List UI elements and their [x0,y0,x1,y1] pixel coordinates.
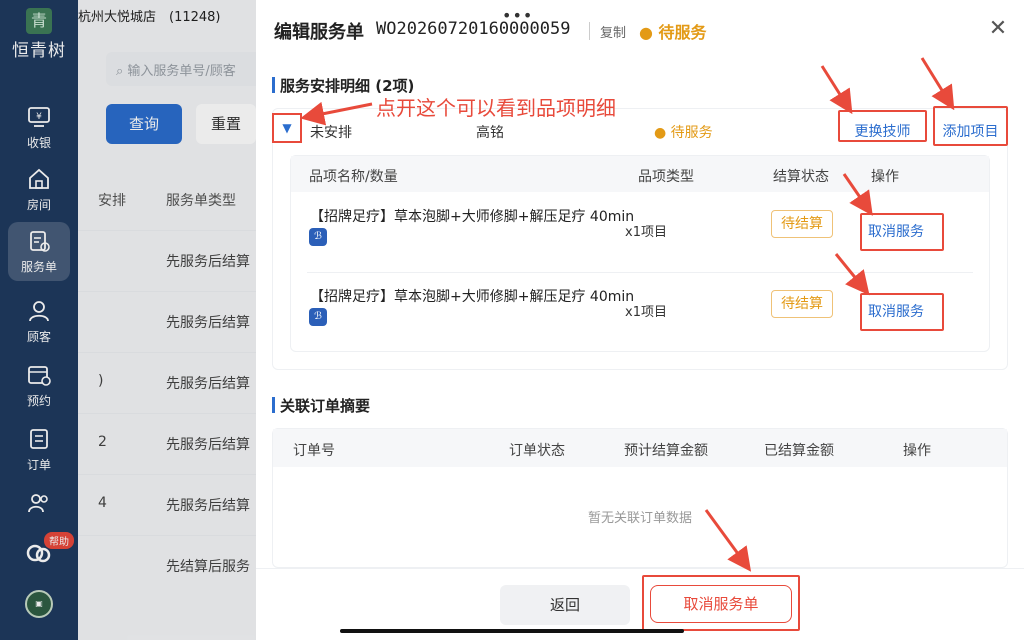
service-status: ● 待服务 [654,125,713,141]
table-row: 【招牌足疗】草本泡脚+大师修脚+解压足疗 40min ℬ x1项目 待结算 取消… [307,194,973,274]
change-technician-button[interactable]: 更换技师 [838,110,927,142]
empty-state-text: 暂无关联订单数据 [587,511,692,526]
copy-button[interactable]: 复制 [600,22,626,41]
row-divider [307,272,973,273]
section-marker [272,397,275,413]
add-item-button[interactable]: 添加项目 [933,106,1008,146]
item-type-icon: ℬ [309,228,327,246]
order-number: WO20260720160000059 [376,19,571,39]
related-orders-table: 订单号 订单状态 预计结算金额 已结算金额 操作 暂无关联订单数据 [272,428,1008,568]
item-type-icon: ℬ [309,308,327,326]
column-header: 操作 [903,443,931,459]
item-table: 品项名称/数量 品项类型 结算状态 操作 【招牌足疗】草本泡脚+大师修脚+解压足… [290,155,990,352]
item-quantity: x1项目 [625,305,667,320]
home-indicator [340,629,684,633]
column-header: 预计结算金额 [624,443,708,459]
expand-toggle-icon[interactable]: ▼ [272,113,302,143]
panel-title: 编辑服务单 [274,22,364,43]
column-header: 操作 [871,169,899,185]
arrange-status: 未安排 [310,125,352,141]
column-header: 结算状态 [773,169,829,185]
annotation-highlight-box: 取消服务单 [642,575,800,631]
item-name: 【招牌足疗】草本泡脚+大师修脚+解压足疗 40min [310,289,635,305]
cancel-service-order-button[interactable]: 取消服务单 [650,585,792,623]
column-header: 订单号 [293,443,335,459]
column-header: 品项名称/数量 [309,169,398,185]
column-header: 已结算金额 [764,443,834,459]
item-table-header: 品项名称/数量 品项类型 结算状态 操作 [291,156,989,192]
table-row: 【招牌足疗】草本泡脚+大师修脚+解压足疗 40min ℬ x1项目 待结算 取消… [307,274,973,354]
section-marker [272,77,275,93]
status-badge: ● 待服务 [639,23,707,42]
divider [589,22,590,40]
edit-service-order-panel: ••• 编辑服务单 WO20260720160000059 复制 ● 待服务 ✕… [256,0,1024,640]
column-header: 品项类型 [638,169,694,185]
column-header: 订单状态 [509,443,565,459]
panel-footer: 返回 取消服务单 [256,568,1024,640]
settle-status-badge: 待结算 [771,290,833,318]
item-quantity: x1项目 [625,225,667,240]
annotation-text: 点开这个可以看到品项明细 [376,96,616,120]
cancel-service-button[interactable]: 取消服务 [860,213,944,251]
back-button[interactable]: 返回 [500,585,630,625]
section-title-related-orders: 关联订单摘要 [280,397,371,415]
technician-name: 高铭 [476,125,504,141]
item-name: 【招牌足疗】草本泡脚+大师修脚+解压足疗 40min [310,209,635,225]
cancel-service-button[interactable]: 取消服务 [860,293,944,331]
orders-table-header: 订单号 订单状态 预计结算金额 已结算金额 操作 [273,429,1007,467]
settle-status-badge: 待结算 [771,210,833,238]
close-icon[interactable]: ✕ [986,18,1010,42]
